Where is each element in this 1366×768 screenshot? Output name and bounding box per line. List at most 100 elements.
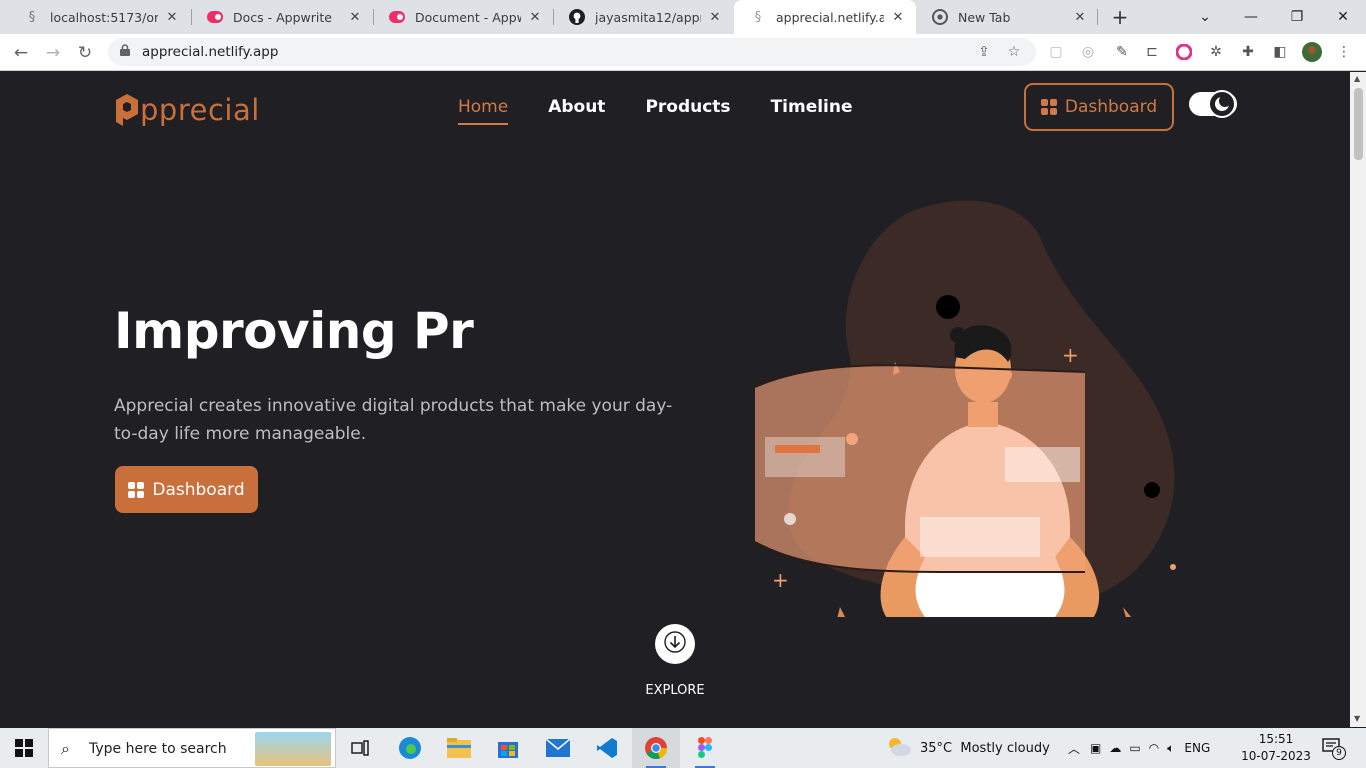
browser-tab[interactable]: jayasmita12/appreciaI ✕ bbox=[553, 0, 733, 34]
close-icon[interactable]: ✕ bbox=[527, 9, 543, 25]
browser-tab-active[interactable]: § apprecial.netlify.app ✕ bbox=[734, 0, 916, 34]
sparkle-icon: + bbox=[1062, 343, 1079, 367]
taskbar-search-box[interactable]: ⌕ Type here to search bbox=[48, 728, 336, 768]
menu-kebab-icon[interactable]: ⋮ bbox=[1334, 42, 1354, 62]
weather-widget[interactable]: 35°C Mostly cloudy bbox=[886, 728, 1050, 768]
extension-icon[interactable]: ◎ bbox=[1078, 42, 1098, 62]
hero-illustration: + + bbox=[754, 200, 1176, 617]
header-dashboard-label: Dashboard bbox=[1064, 97, 1158, 117]
back-button[interactable]: ← bbox=[8, 40, 34, 66]
notification-center-button[interactable]: 9 bbox=[1322, 728, 1346, 768]
system-tray-icons[interactable]: ︿ ▣ ☁ ▭ ◠ 🔈︎ ENG bbox=[1068, 728, 1210, 768]
browser-tab[interactable]: New Tab ✕ bbox=[916, 0, 1098, 34]
dashboard-grid-icon bbox=[128, 481, 145, 498]
tab-title: New Tab bbox=[958, 9, 1011, 25]
decor-dot bbox=[936, 295, 960, 319]
site-logo[interactable]: pprecial bbox=[114, 90, 260, 130]
clock-time: 15:51 bbox=[1258, 732, 1294, 746]
cloudy-weather-icon bbox=[886, 736, 912, 760]
close-icon[interactable]: ✕ bbox=[1072, 9, 1088, 25]
appwrite-icon bbox=[389, 9, 405, 25]
profile-avatar[interactable] bbox=[1302, 42, 1322, 62]
taskbar-clock[interactable]: 15:51 10-07-2023 bbox=[1240, 731, 1312, 765]
browser-tab[interactable]: § localhost:5173/order/s ✕ bbox=[8, 0, 190, 34]
meet-now-icon[interactable]: ▣ bbox=[1090, 741, 1101, 755]
logo-mark-icon bbox=[114, 92, 140, 128]
microsoft-store-icon[interactable] bbox=[484, 728, 532, 768]
nav-item-about[interactable]: About bbox=[548, 97, 605, 125]
logo-text: pprecial bbox=[140, 93, 260, 127]
onedrive-cloud-icon[interactable]: ☁ bbox=[1109, 741, 1121, 755]
vscode-icon[interactable] bbox=[583, 728, 631, 768]
close-window-button[interactable]: ✕ bbox=[1320, 0, 1366, 34]
wifi-icon[interactable]: ◠ bbox=[1149, 741, 1159, 755]
notification-count: 9 bbox=[1332, 746, 1346, 760]
weather-text: 35°C Mostly cloudy bbox=[920, 740, 1050, 756]
browser-tab[interactable]: Document - Appwrite ✕ bbox=[373, 0, 553, 34]
tab-title: localhost:5173/order/s bbox=[50, 9, 158, 25]
hero-dashboard-label: Dashboard bbox=[152, 479, 245, 500]
volume-icon[interactable]: 🔈︎ bbox=[1167, 741, 1174, 756]
sparkle-icon: + bbox=[772, 568, 789, 592]
lock-icon bbox=[120, 44, 130, 59]
arrow-down-icon bbox=[664, 631, 686, 657]
close-icon[interactable]: ✕ bbox=[164, 9, 180, 25]
browser-toolbar: ← → ↻ apprecial.netlify.app ⇪ ☆ ▢ ◎ ✎ ⊏ … bbox=[0, 34, 1366, 71]
tab-separator bbox=[1097, 9, 1098, 25]
page-scrollbar[interactable]: ▲ ▼ bbox=[1350, 72, 1366, 727]
tab-title: Document - Appwrite bbox=[415, 9, 521, 25]
close-icon[interactable]: ✕ bbox=[347, 9, 363, 25]
close-icon[interactable]: ✕ bbox=[707, 9, 723, 25]
chevron-up-icon[interactable]: ︿ bbox=[1068, 740, 1080, 757]
nav-item-products[interactable]: Products bbox=[645, 97, 730, 125]
dashboard-grid-icon bbox=[1040, 99, 1057, 115]
battery-icon[interactable]: ▭ bbox=[1129, 741, 1140, 755]
bug-extension-icon[interactable]: ✲ bbox=[1206, 42, 1226, 62]
figma-icon[interactable] bbox=[681, 728, 729, 768]
windows-start-button[interactable] bbox=[0, 728, 48, 768]
header-dashboard-button[interactable]: Dashboard bbox=[1024, 83, 1174, 131]
scroll-up-icon[interactable]: ▲ bbox=[1354, 74, 1360, 83]
main-nav: Home About Products Timeline bbox=[458, 97, 893, 125]
browser-tab[interactable]: Docs - Appwrite ✕ bbox=[191, 0, 373, 34]
github-icon bbox=[569, 9, 585, 25]
new-tab-button[interactable]: + bbox=[1108, 5, 1132, 29]
edge-browser-icon[interactable] bbox=[386, 728, 434, 768]
scrollbar-thumb[interactable] bbox=[1354, 88, 1363, 160]
mail-icon[interactable] bbox=[534, 728, 582, 768]
link-icon: § bbox=[754, 9, 762, 25]
forward-button[interactable]: → bbox=[40, 40, 66, 66]
side-panel-icon[interactable]: ◧ bbox=[1270, 42, 1290, 62]
address-bar[interactable]: apprecial.netlify.app ⇪ ☆ bbox=[108, 38, 1036, 66]
tab-title: jayasmita12/appreciaI bbox=[595, 9, 701, 25]
file-explorer-icon[interactable] bbox=[435, 728, 483, 768]
search-highlight-image bbox=[255, 732, 331, 766]
extensions-puzzle-icon[interactable]: ✚ bbox=[1238, 42, 1258, 62]
bookmark-star-icon[interactable]: ☆ bbox=[1004, 42, 1024, 62]
chrome-icon bbox=[932, 9, 948, 25]
nav-item-home[interactable]: Home bbox=[458, 97, 509, 125]
scroll-down-icon[interactable]: ▼ bbox=[1354, 714, 1360, 723]
extension-icon[interactable]: ⊏ bbox=[1142, 42, 1162, 62]
theme-toggle[interactable] bbox=[1189, 90, 1237, 118]
extension-pen-icon[interactable]: ✎ bbox=[1112, 42, 1132, 62]
appwrite-icon bbox=[207, 9, 223, 25]
color-picker-extension-icon[interactable] bbox=[1174, 42, 1194, 62]
share-icon[interactable]: ⇪ bbox=[974, 42, 994, 62]
tab-title: apprecial.netlify.app bbox=[776, 9, 884, 25]
task-view-icon[interactable] bbox=[336, 728, 384, 768]
tab-search-button[interactable]: ⌄ bbox=[1182, 0, 1228, 34]
explore-button[interactable] bbox=[655, 624, 695, 664]
search-placeholder: Type here to search bbox=[89, 741, 227, 757]
language-indicator[interactable]: ENG bbox=[1184, 741, 1210, 755]
restore-button[interactable]: ❐ bbox=[1274, 0, 1320, 34]
hero-dashboard-button[interactable]: Dashboard bbox=[115, 466, 258, 513]
tab-title: Docs - Appwrite bbox=[233, 9, 332, 25]
extension-icon[interactable]: ▢ bbox=[1046, 42, 1066, 62]
nav-item-timeline[interactable]: Timeline bbox=[771, 97, 853, 125]
minimize-button[interactable]: — bbox=[1228, 0, 1274, 34]
chrome-taskbar-icon[interactable] bbox=[632, 728, 680, 768]
close-icon[interactable]: ✕ bbox=[890, 9, 906, 25]
link-icon: § bbox=[28, 9, 36, 25]
reload-button[interactable]: ↻ bbox=[72, 40, 98, 66]
